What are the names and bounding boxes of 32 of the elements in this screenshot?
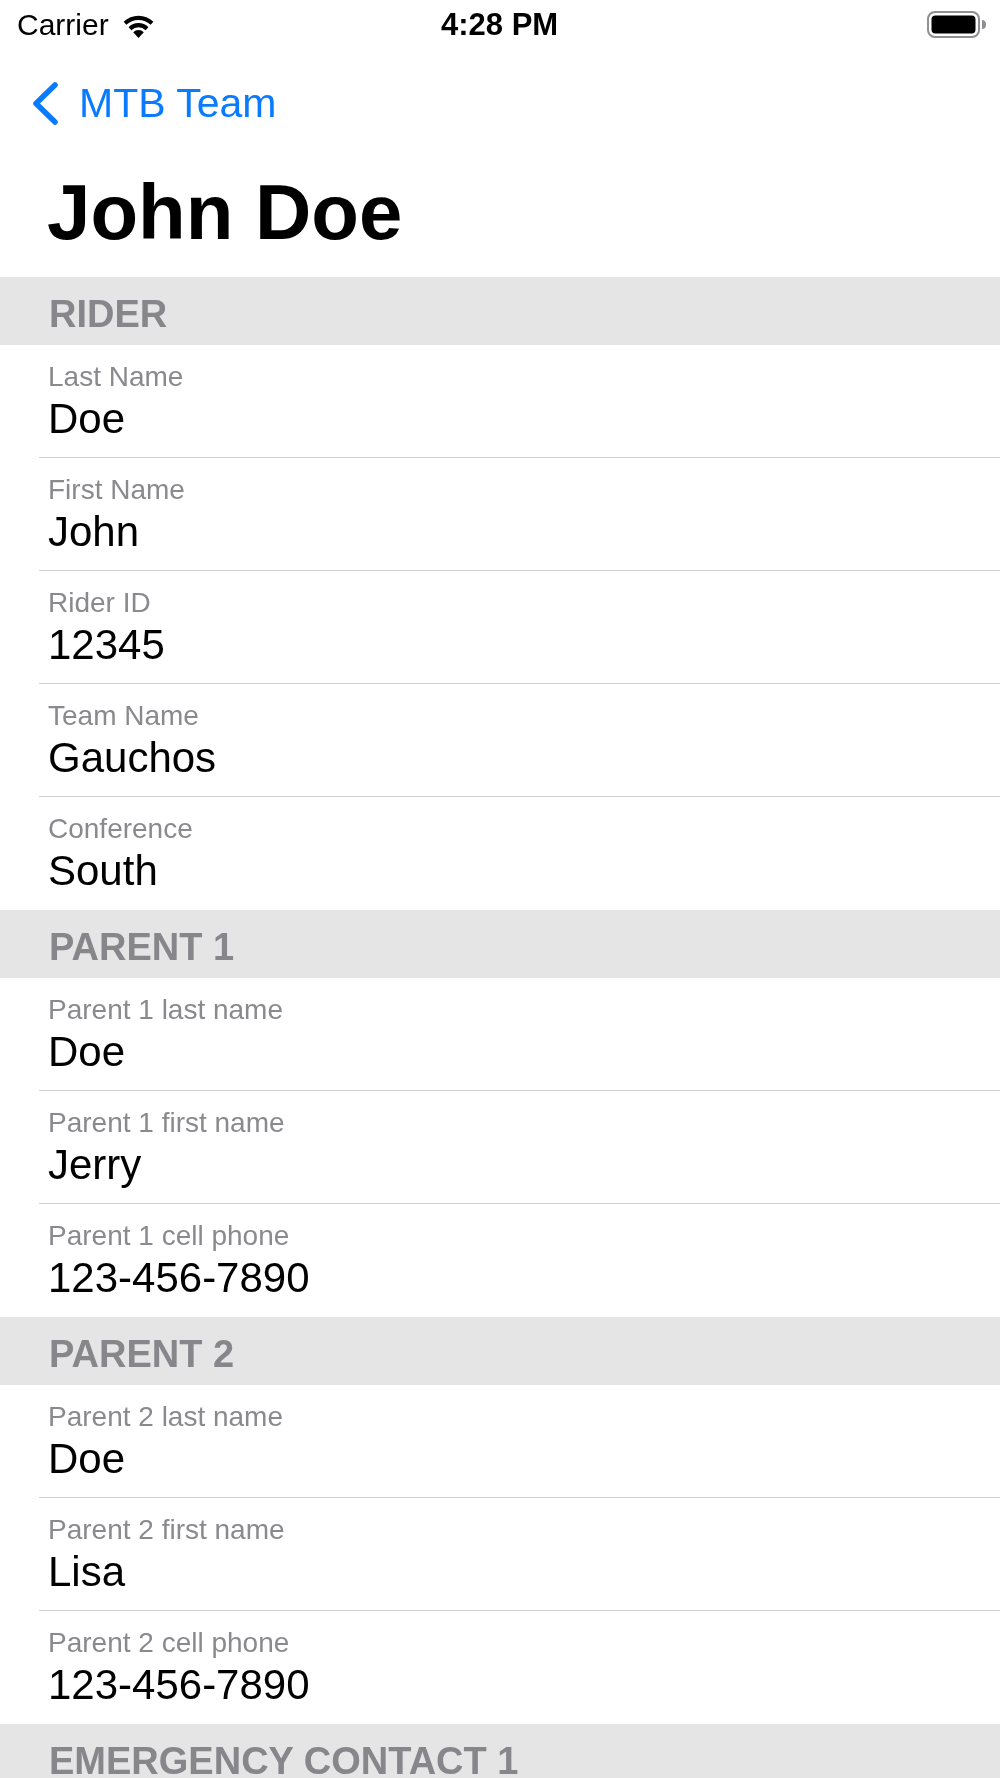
chevron-left-icon bbox=[31, 81, 59, 125]
field-label: Rider ID bbox=[48, 587, 151, 619]
field-value: Doe bbox=[48, 395, 126, 443]
field-value: 123-456-7890 bbox=[48, 1254, 310, 1302]
field-label: Last Name bbox=[48, 361, 184, 393]
section-header: EMERGENCY CONTACT 1 bbox=[0, 1724, 1000, 1778]
field-value: Jerry bbox=[48, 1141, 142, 1189]
field-label: Parent 2 first name bbox=[48, 1514, 285, 1546]
field-label: Parent 2 cell phone bbox=[48, 1627, 290, 1659]
field-value: Doe bbox=[48, 1028, 126, 1076]
field-label: Parent 1 last name bbox=[48, 994, 284, 1026]
field-value: Gauchos bbox=[48, 734, 217, 782]
section-header: PARENT 1 bbox=[0, 910, 1000, 978]
field-label: Parent 1 first name bbox=[48, 1107, 285, 1139]
section-header: PARENT 2 bbox=[0, 1317, 1000, 1385]
field-value: South bbox=[48, 847, 158, 895]
field-value: Doe bbox=[48, 1435, 126, 1483]
status-time: 4:28 PM bbox=[441, 6, 559, 44]
field-value: John bbox=[48, 508, 140, 556]
back-button[interactable]: MTB Team bbox=[31, 79, 277, 127]
field-value: Lisa bbox=[48, 1548, 126, 1596]
field-label: Conference bbox=[48, 813, 193, 845]
field-value: 123-456-7890 bbox=[48, 1661, 310, 1709]
page-title: John Doe bbox=[47, 167, 403, 257]
field-value: 12345 bbox=[48, 621, 165, 669]
field-label: Parent 1 cell phone bbox=[48, 1220, 290, 1252]
section-header: RIDER bbox=[0, 277, 1000, 345]
battery-icon bbox=[927, 11, 987, 38]
carrier-name: Carrier bbox=[17, 7, 109, 43]
field-label: Team Name bbox=[48, 700, 199, 732]
field-label: Parent 2 last name bbox=[48, 1401, 284, 1433]
field-label: First Name bbox=[48, 474, 185, 506]
